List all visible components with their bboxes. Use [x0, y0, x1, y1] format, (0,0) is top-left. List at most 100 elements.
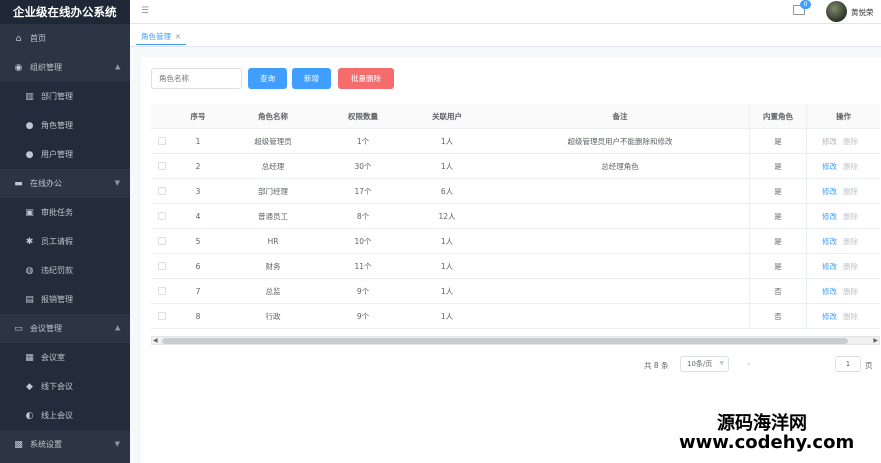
scroll-right-icon[interactable]: ▶: [873, 337, 878, 344]
sidebar-item-label: 会议室: [41, 353, 65, 362]
close-icon[interactable]: ✕: [175, 33, 181, 41]
row-index: 5: [195, 236, 201, 246]
row-actions: 修改 删除: [806, 304, 880, 328]
row-checkbox[interactable]: [158, 137, 166, 145]
row-checkbox[interactable]: [158, 237, 166, 245]
menu-toggle-icon[interactable]: ☰: [141, 6, 149, 16]
edit-link[interactable]: 修改: [822, 261, 837, 272]
delete-link[interactable]: 删除: [843, 236, 858, 247]
sidebar-item[interactable]: ◍ 违纪罚款: [0, 256, 130, 285]
sidebar-item[interactable]: ✱ 员工请假: [0, 227, 130, 256]
query-button[interactable]: 查询: [248, 68, 287, 89]
tab-role-management[interactable]: 角色管理 ✕: [136, 29, 186, 45]
row-checkbox[interactable]: [158, 212, 166, 220]
sidebar-item-label: 审批任务: [41, 208, 73, 217]
prev-page-icon[interactable]: ‹: [747, 359, 750, 368]
page-unit-label: 页: [865, 361, 873, 370]
row-index: 2: [195, 161, 201, 171]
column-header: 内置角色: [749, 104, 806, 128]
table-row: 7 总监 9个 1人否修改 删除: [151, 279, 880, 304]
row-checkbox-cell: [151, 204, 173, 228]
row-checkbox-cell: [151, 129, 173, 153]
sidebar-item-label: 违纪罚款: [41, 266, 73, 275]
edit-link[interactable]: 修改: [822, 186, 837, 197]
role-name-search-input[interactable]: [151, 68, 242, 89]
delete-link[interactable]: 删除: [843, 211, 858, 222]
row-checkbox[interactable]: [158, 262, 166, 270]
edit-link[interactable]: 修改: [822, 211, 837, 222]
diamond-icon: ◆: [26, 381, 33, 392]
delete-link[interactable]: 删除: [843, 136, 858, 147]
sidebar-item-label: 部门管理: [41, 92, 73, 101]
top-header: ☰ 0 黄悦荣: [130, 0, 881, 24]
edit-link[interactable]: 修改: [822, 286, 837, 297]
table-row: 4 普通员工 8个 12人是修改 删除: [151, 204, 880, 229]
column-header: 备注: [612, 111, 628, 121]
delete-link[interactable]: 删除: [843, 261, 858, 272]
sidebar-item[interactable]: ▣ 审批任务: [0, 198, 130, 227]
sidebar-item[interactable]: ▤ 报销管理: [0, 285, 130, 314]
table-row: 5 HR 10个 1人是修改 删除: [151, 229, 880, 254]
sidebar-menu: ⌂ 首页 ◉ 组织管理 ▼ ▥ 部门管理 ● 角色管理 ● 用户管理 ▬ 在线办公 ▼ ▣ 审批任务 ✱ 员工请假…: [0, 24, 130, 459]
user-count: 6人: [440, 186, 454, 196]
avatar[interactable]: [826, 1, 847, 22]
sidebar-item[interactable]: ▭ 会议管理 ▼: [0, 314, 130, 343]
sidebar-item[interactable]: ▬ 在线办公 ▼: [0, 169, 130, 198]
builtin-flag: 是: [749, 179, 806, 203]
permission-count: 17个: [354, 186, 372, 196]
row-checkbox[interactable]: [158, 312, 166, 320]
row-index: 6: [195, 261, 201, 271]
sidebar-item[interactable]: ◐ 线上会议: [0, 401, 130, 430]
delete-link[interactable]: 删除: [843, 286, 858, 297]
sidebar-item[interactable]: ▦ 会议室: [0, 343, 130, 372]
edit-link[interactable]: 修改: [822, 136, 837, 147]
row-actions: 修改 删除: [806, 204, 880, 228]
page-size-select[interactable]: 10条/页 ▼: [680, 356, 729, 372]
scroll-left-icon[interactable]: ◀: [153, 337, 158, 344]
row-checkbox-cell: [151, 229, 173, 253]
builtin-flag: 是: [749, 129, 806, 153]
sidebar-item[interactable]: ▥ 部门管理: [0, 82, 130, 111]
edit-link[interactable]: 修改: [822, 311, 837, 322]
batch-delete-button[interactable]: 批量删除: [338, 68, 394, 89]
sidebar-item[interactable]: ⌂ 首页: [0, 24, 130, 53]
row-checkbox-cell: [151, 179, 173, 203]
permission-count: 1个: [356, 136, 370, 146]
horizontal-scrollbar[interactable]: ◀ ▶: [151, 336, 880, 345]
column-header: 角色名称: [258, 111, 288, 121]
row-checkbox-cell: [151, 254, 173, 278]
user-count: 1人: [440, 286, 454, 296]
row-index: 1: [195, 136, 201, 146]
delete-link[interactable]: 删除: [843, 311, 858, 322]
row-actions: 修改 删除: [806, 279, 880, 303]
user-icon: ●: [25, 120, 34, 131]
delete-link[interactable]: 删除: [843, 186, 858, 197]
row-checkbox[interactable]: [158, 162, 166, 170]
row-index: 3: [195, 186, 201, 196]
permission-count: 9个: [356, 286, 370, 296]
role-note: [491, 229, 749, 253]
delete-link[interactable]: 删除: [843, 161, 858, 172]
sidebar-item[interactable]: ◆ 线下会议: [0, 372, 130, 401]
watermark-url: www.codehy.com: [676, 432, 858, 453]
page-number-input[interactable]: 1: [835, 356, 861, 372]
sidebar-item[interactable]: ▩ 系统设置 ▼: [0, 430, 130, 459]
chevron-down-icon: ▼: [114, 179, 120, 187]
add-button[interactable]: 新增: [292, 68, 331, 89]
role-name: 总监: [265, 286, 281, 296]
chevron-down-icon: ▼: [114, 63, 120, 71]
pagination-total: 共 8 条: [644, 361, 669, 370]
sidebar-item[interactable]: ◉ 组织管理 ▼: [0, 53, 130, 82]
scrollbar-thumb[interactable]: [162, 338, 848, 344]
row-checkbox[interactable]: [158, 287, 166, 295]
username[interactable]: 黄悦荣: [851, 7, 874, 18]
edit-link[interactable]: 修改: [822, 161, 837, 172]
edit-link[interactable]: 修改: [822, 236, 837, 247]
permission-count: 9个: [356, 311, 370, 321]
row-checkbox[interactable]: [158, 187, 166, 195]
building-icon: ▥: [25, 91, 34, 102]
sidebar-item-label: 用户管理: [41, 150, 73, 159]
sidebar-item[interactable]: ● 用户管理: [0, 140, 130, 169]
tabs-bar: 角色管理 ✕: [130, 24, 881, 47]
sidebar-item[interactable]: ● 角色管理: [0, 111, 130, 140]
